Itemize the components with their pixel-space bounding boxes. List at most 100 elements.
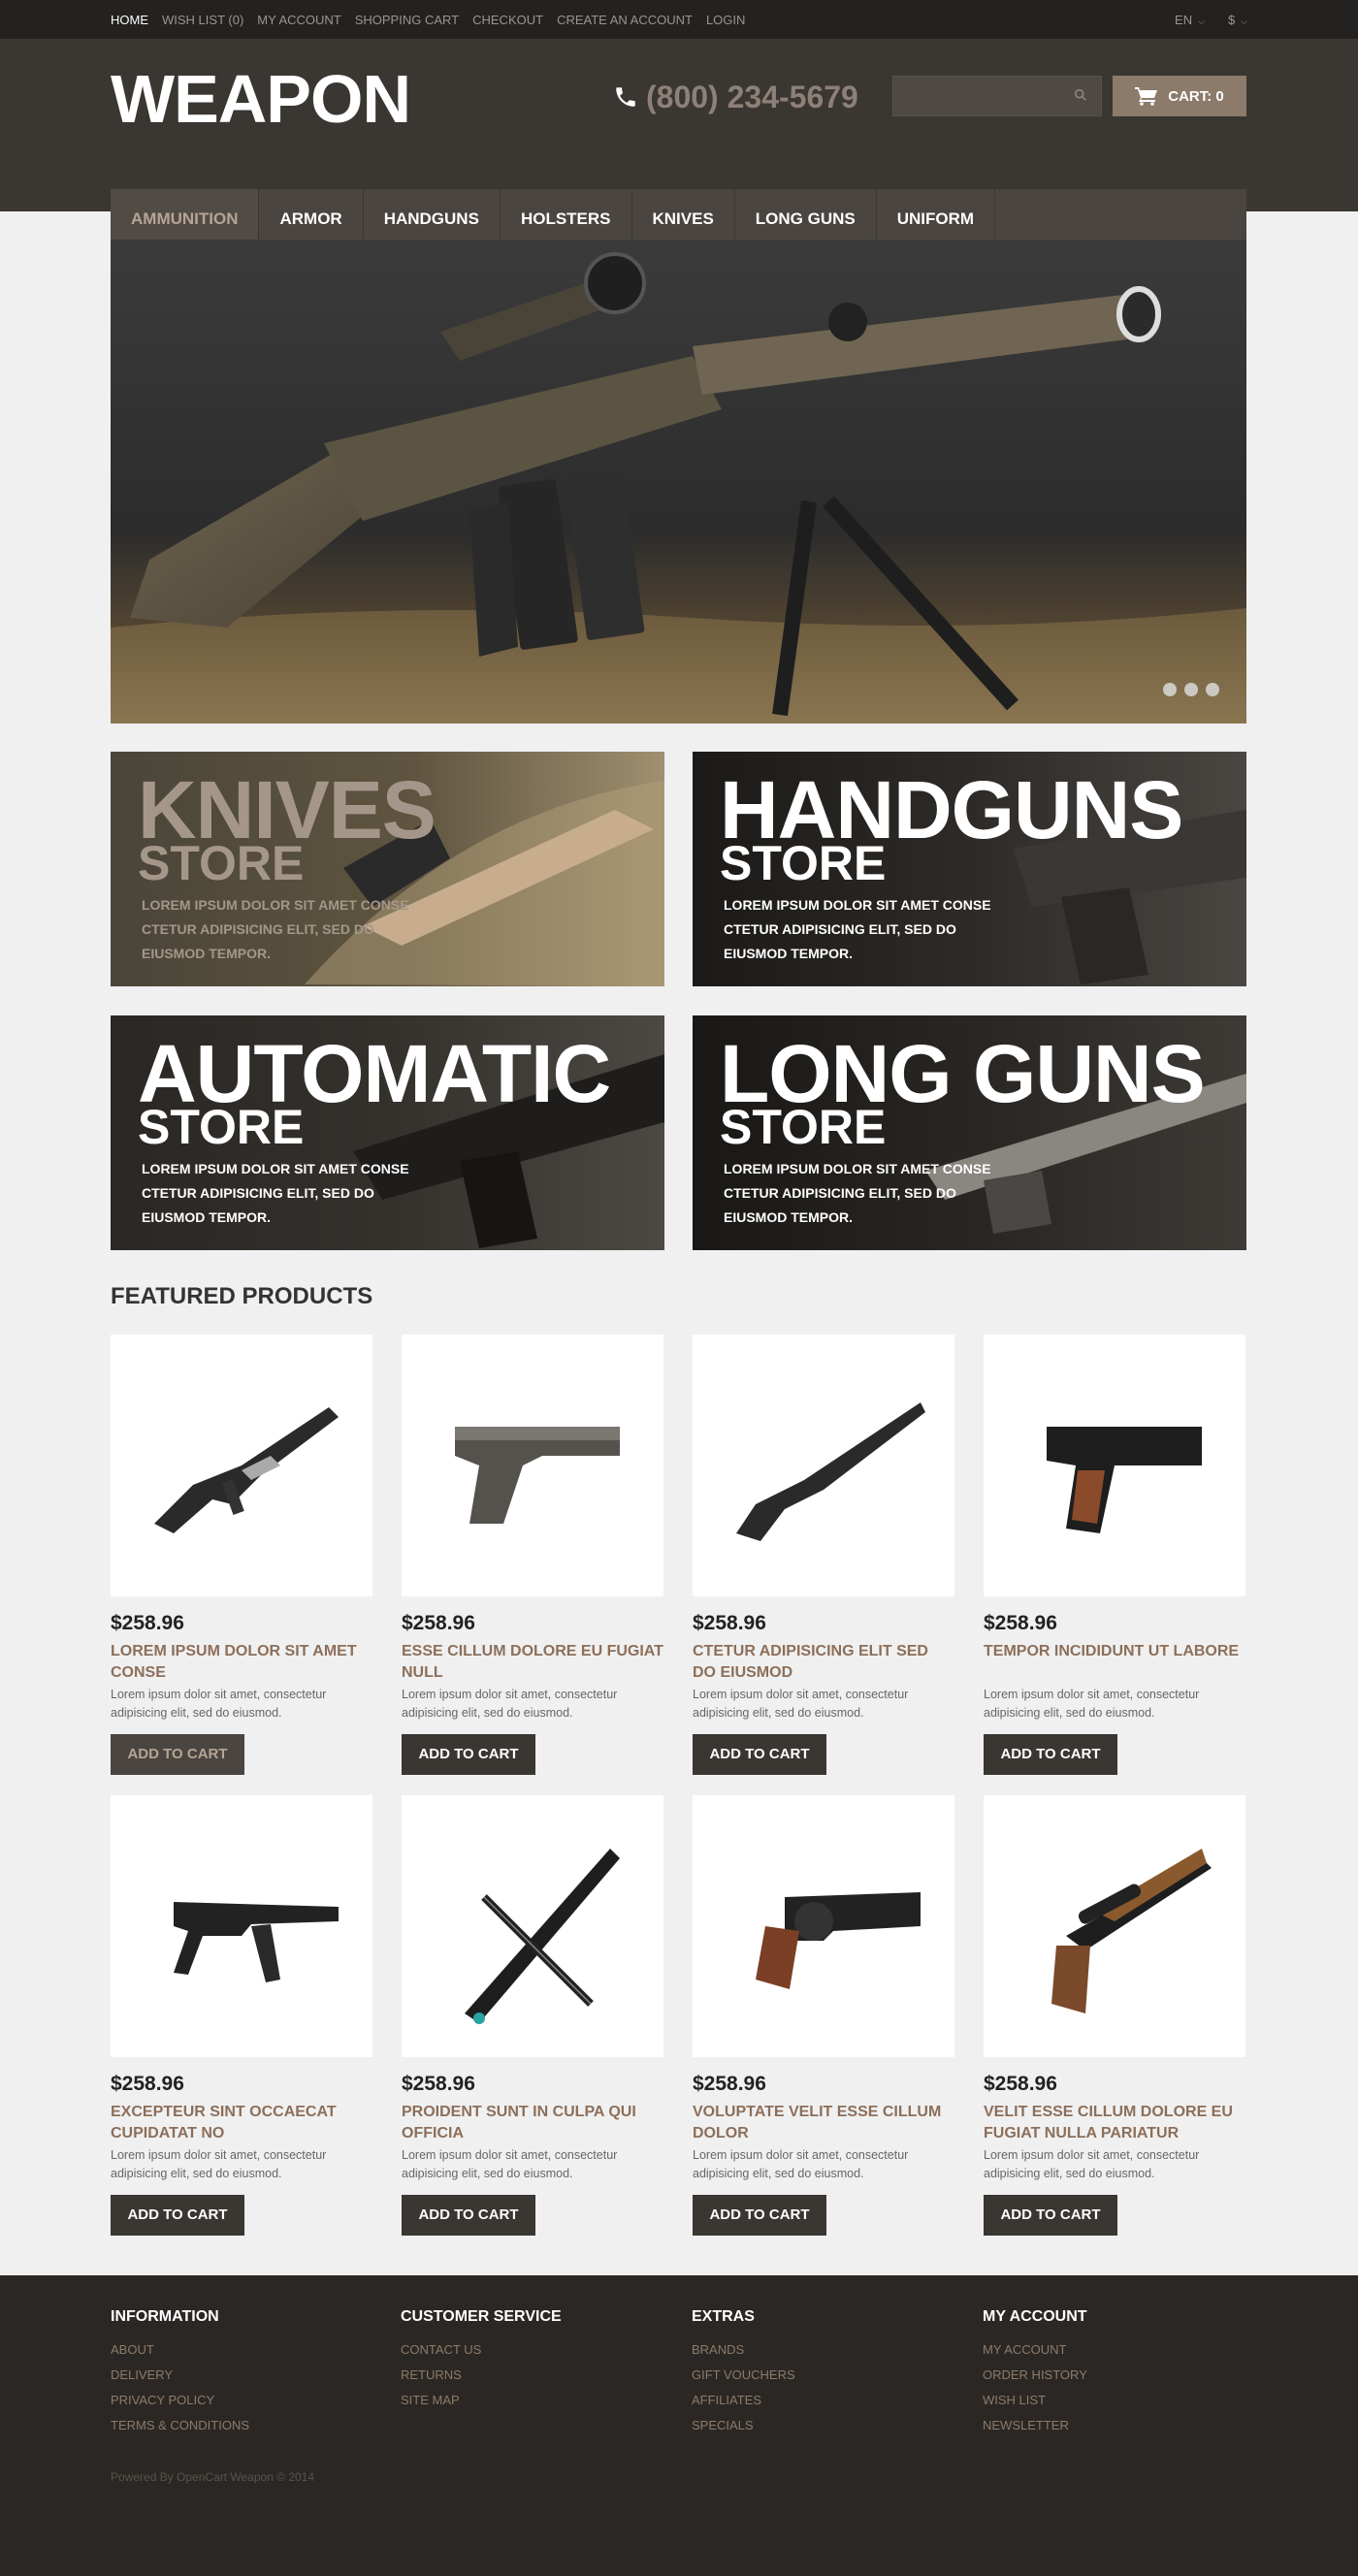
- banner-text: LOREM IPSUM DOLOR SIT AMET CONSE CTETUR …: [724, 897, 991, 961]
- slider-dot[interactable]: [1184, 683, 1198, 696]
- product-name[interactable]: VOLUPTATE VELIT ESSE CILLUM DOLOR: [693, 2102, 954, 2144]
- language-value: EN: [1175, 12, 1193, 27]
- product-name[interactable]: PROIDENT SUNT IN CULPA QUI OFFICIA: [402, 2102, 663, 2144]
- currency-value: $: [1227, 12, 1236, 27]
- product-name[interactable]: CTETUR ADIPISICING ELIT SED DO EIUSMOD: [693, 1641, 954, 1684]
- footer-link[interactable]: MY ACCOUNT: [983, 2337, 1087, 2363]
- product-card: $258.96 TEMPOR INCIDIDUNT UT LABORE Lore…: [984, 1335, 1245, 1775]
- product-name[interactable]: LOREM IPSUM DOLOR SIT AMET CONSE: [111, 1641, 372, 1684]
- product-image[interactable]: [111, 1795, 372, 2057]
- pistol-icon: [455, 1427, 620, 1524]
- product-desc: Lorem ipsum dolor sit amet, consectetur …: [693, 1688, 909, 1720]
- top-link-create-account[interactable]: CREATE AN ACCOUNT: [557, 13, 693, 27]
- product-price: $258.96: [693, 1612, 766, 1634]
- slider-dots: [1163, 683, 1219, 696]
- product-card: $258.96 PROIDENT SUNT IN CULPA QUI OFFIC…: [402, 1795, 663, 2236]
- add-to-cart-button[interactable]: ADD TO CART: [984, 1734, 1117, 1775]
- top-link-my-account[interactable]: MY ACCOUNT: [257, 13, 340, 27]
- currency-selector[interactable]: $ ⌵: [1228, 13, 1247, 27]
- add-to-cart-button[interactable]: ADD TO CART: [111, 2195, 244, 2236]
- hero-slider[interactable]: [111, 240, 1246, 724]
- product-price: $258.96: [984, 1612, 1057, 1634]
- add-to-cart-button[interactable]: ADD TO CART: [111, 1734, 244, 1775]
- product-image[interactable]: [984, 1795, 1245, 2057]
- footer-link[interactable]: WISH LIST: [983, 2388, 1087, 2413]
- language-selector[interactable]: EN ⌵: [1175, 13, 1205, 27]
- top-link-wishlist[interactable]: WISH LIST (0): [162, 13, 243, 27]
- slider-dot[interactable]: [1206, 683, 1219, 696]
- banner-subtitle: STORE: [720, 1100, 887, 1154]
- product-name[interactable]: VELIT ESSE CILLUM DOLORE EU FUGIAT NULLA…: [984, 2102, 1245, 2144]
- add-to-cart-button[interactable]: ADD TO CART: [402, 1734, 535, 1775]
- product-image[interactable]: [693, 1795, 954, 2057]
- product-price: $258.96: [693, 2073, 766, 2095]
- footer-column-customer-service: CUSTOMER SERVICE CONTACT US RETURNS SITE…: [401, 2308, 562, 2413]
- banner-long-guns[interactable]: LONG GUNS STORE LOREM IPSUM DOLOR SIT AM…: [693, 1015, 1246, 1250]
- footer-link[interactable]: ABOUT: [111, 2337, 249, 2363]
- product-card: $258.96 ESSE CILLUM DOLORE EU FUGIAT NUL…: [402, 1335, 663, 1775]
- locale-selectors: EN ⌵ $ ⌵: [1175, 0, 1247, 39]
- product-image[interactable]: [402, 1335, 663, 1596]
- shotgun-icon: [736, 1402, 925, 1541]
- banner-knives[interactable]: KNIVES STORE LOREM IPSUM DOLOR SIT AMET …: [111, 752, 664, 986]
- footer-link[interactable]: SITE MAP: [401, 2388, 562, 2413]
- product-card: $258.96 VELIT ESSE CILLUM DOLORE EU FUGI…: [984, 1795, 1245, 2236]
- product-name[interactable]: ESSE CILLUM DOLORE EU FUGIAT NULL: [402, 1641, 663, 1684]
- cart-button[interactable]: CART: 0: [1113, 76, 1246, 116]
- site-header: WEAPON (800) 234-5679 CART: 0 AMMUNITION…: [0, 39, 1358, 249]
- phone-number: (800) 234-5679: [613, 78, 858, 116]
- product-card: $258.96 LOREM IPSUM DOLOR SIT AMET CONSE…: [111, 1335, 372, 1775]
- add-to-cart-button[interactable]: ADD TO CART: [693, 1734, 826, 1775]
- revolver-icon: [756, 1892, 921, 1989]
- chevron-down-icon: ⌵: [1241, 16, 1247, 26]
- add-to-cart-button[interactable]: ADD TO CART: [402, 2195, 535, 2236]
- banner-subtitle: STORE: [138, 1100, 305, 1154]
- footer-link[interactable]: NEWSLETTER: [983, 2413, 1087, 2438]
- banner-text: LOREM IPSUM DOLOR SIT AMET CONSE CTETUR …: [142, 1161, 409, 1225]
- footer-link[interactable]: AFFILIATES: [692, 2388, 795, 2413]
- product-image[interactable]: [693, 1335, 954, 1596]
- top-link-home[interactable]: HOME: [111, 13, 148, 27]
- search-icon[interactable]: [1074, 88, 1087, 107]
- footer-link[interactable]: CONTACT US: [401, 2337, 562, 2363]
- footer-link[interactable]: ORDER HISTORY: [983, 2363, 1087, 2388]
- add-to-cart-button[interactable]: ADD TO CART: [693, 2195, 826, 2236]
- banner-text: LOREM IPSUM DOLOR SIT AMET CONSE CTETUR …: [142, 897, 409, 961]
- footer-link[interactable]: SPECIALS: [692, 2413, 795, 2438]
- add-to-cart-button[interactable]: ADD TO CART: [984, 2195, 1117, 2236]
- footer-link[interactable]: DELIVERY: [111, 2363, 249, 2388]
- pistol-icon: [1047, 1427, 1202, 1533]
- product-name[interactable]: TEMPOR INCIDIDUNT UT LABORE: [984, 1641, 1245, 1684]
- cart-label: CART: 0: [1168, 87, 1224, 105]
- footer-link[interactable]: RETURNS: [401, 2363, 562, 2388]
- submachine-gun-icon: [154, 1407, 339, 1533]
- featured-title: FEATURED PRODUCTS: [111, 1283, 373, 1309]
- footer-link[interactable]: TERMS & CONDITIONS: [111, 2413, 249, 2438]
- product-image[interactable]: [984, 1335, 1245, 1596]
- top-link-shopping-cart[interactable]: SHOPPING CART: [355, 13, 459, 27]
- product-desc: Lorem ipsum dolor sit amet, consectetur …: [984, 2148, 1200, 2180]
- footer-link[interactable]: PRIVACY POLICY: [111, 2388, 249, 2413]
- footer-column-extras: EXTRAS BRANDS GIFT VOUCHERS AFFILIATES S…: [692, 2308, 795, 2438]
- footer-column-title: INFORMATION: [111, 2308, 219, 2325]
- footer-column-title: EXTRAS: [692, 2308, 755, 2325]
- banner-text: LOREM IPSUM DOLOR SIT AMET CONSE CTETUR …: [724, 1161, 991, 1225]
- site-logo[interactable]: WEAPON: [111, 58, 411, 140]
- banner-automatic[interactable]: AUTOMATIC STORE LOREM IPSUM DOLOR SIT AM…: [111, 1015, 664, 1250]
- banner-handguns[interactable]: HANDGUNS STORE LOREM IPSUM DOLOR SIT AME…: [693, 752, 1246, 986]
- top-link-checkout[interactable]: CHECKOUT: [472, 13, 543, 27]
- product-name[interactable]: EXCEPTEUR SINT OCCAECAT CUPIDATAT NO: [111, 2102, 372, 2144]
- footer-link[interactable]: GIFT VOUCHERS: [692, 2363, 795, 2388]
- footer-link[interactable]: BRANDS: [692, 2337, 795, 2363]
- hero-rifle-image: [111, 252, 1246, 724]
- product-price: $258.96: [984, 2073, 1057, 2095]
- top-link-login[interactable]: LOGIN: [706, 13, 745, 27]
- product-image[interactable]: [111, 1335, 372, 1596]
- footer-column-information: INFORMATION ABOUT DELIVERY PRIVACY POLIC…: [111, 2308, 249, 2438]
- footer-column-my-account: MY ACCOUNT MY ACCOUNT ORDER HISTORY WISH…: [983, 2308, 1087, 2438]
- product-image[interactable]: [402, 1795, 663, 2057]
- search-input[interactable]: [892, 76, 1102, 116]
- slider-dot[interactable]: [1163, 683, 1177, 696]
- product-card: $258.96 VOLUPTATE VELIT ESSE CILLUM DOLO…: [693, 1795, 954, 2236]
- phone-icon: [616, 87, 635, 107]
